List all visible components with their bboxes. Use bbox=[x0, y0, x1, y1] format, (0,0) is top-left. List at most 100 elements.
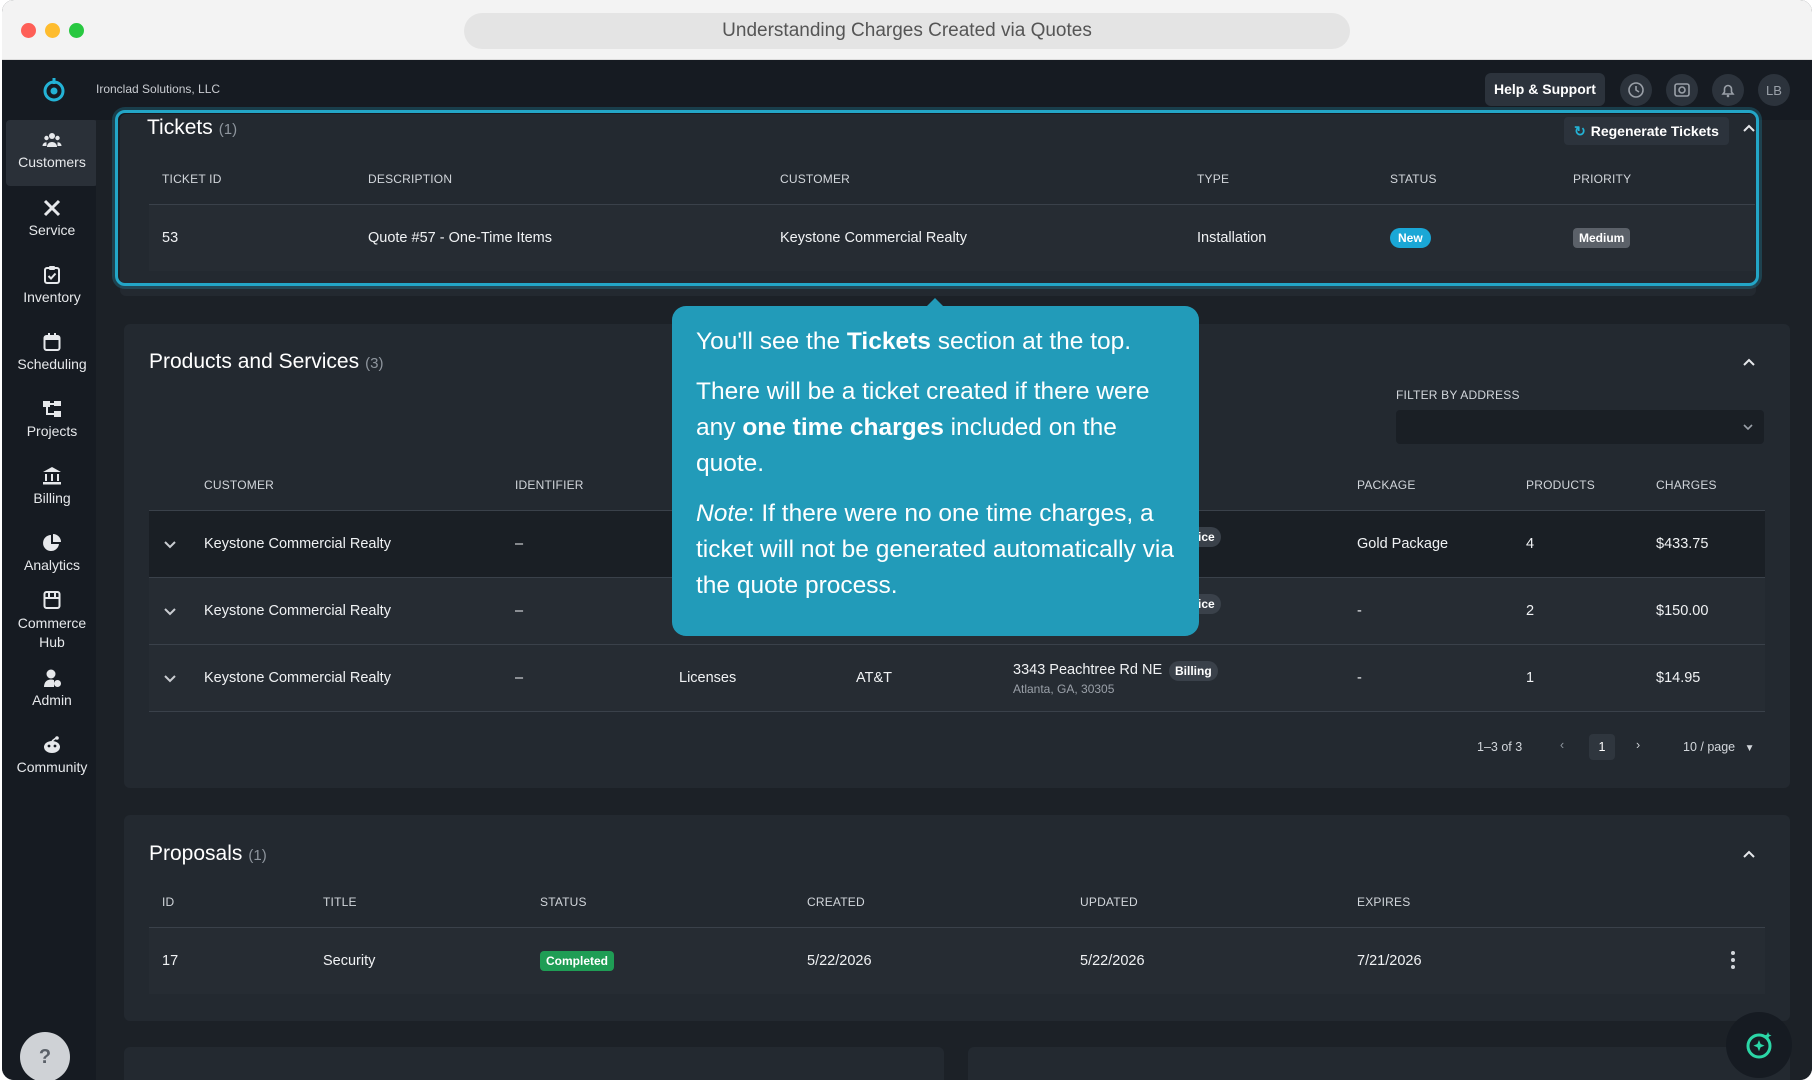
admin-icon bbox=[44, 669, 61, 687]
sidebar-item-label: Inventory bbox=[23, 289, 81, 305]
col-package[interactable]: PACKAGE bbox=[1357, 478, 1416, 492]
filter-address-select[interactable] bbox=[1396, 410, 1764, 444]
col-status[interactable]: STATUS bbox=[540, 895, 587, 909]
product-package: - bbox=[1357, 670, 1362, 686]
proposal-updated: 5/22/2026 bbox=[1080, 953, 1145, 969]
product-count: 1 bbox=[1526, 670, 1535, 686]
proposal-expires: 7/21/2026 bbox=[1357, 953, 1422, 969]
col-charges[interactable]: CHARGES bbox=[1656, 478, 1717, 492]
sidebar: Customers Service Inventory Scheduling P… bbox=[2, 120, 98, 1080]
tickets-highlight-frame bbox=[115, 110, 1759, 286]
pager-prev-icon[interactable]: ‹ bbox=[1560, 738, 1564, 752]
history-icon[interactable] bbox=[1620, 74, 1652, 106]
tooltip-paragraph-1: You'll see the Tickets section at the to… bbox=[696, 324, 1177, 360]
pie-chart-icon bbox=[43, 534, 61, 551]
table-row[interactable] bbox=[149, 645, 1765, 711]
pager-page-button[interactable]: 1 bbox=[1589, 734, 1615, 760]
help-support-button[interactable]: Help & Support bbox=[1485, 73, 1605, 106]
screen-capture-icon[interactable] bbox=[1666, 74, 1698, 106]
product-charges: $433.75 bbox=[1656, 536, 1709, 552]
product-customer[interactable]: Keystone Commercial Realty bbox=[204, 670, 391, 686]
tooltip-bold: Tickets bbox=[846, 328, 931, 355]
product-package: - bbox=[1357, 603, 1362, 619]
sidebar-item-label: Admin bbox=[32, 692, 72, 708]
table-row[interactable] bbox=[149, 928, 1765, 994]
product-count: 2 bbox=[1526, 603, 1535, 619]
products-title: Products and Services (3) bbox=[149, 350, 383, 374]
col-customer[interactable]: CUSTOMER bbox=[204, 478, 274, 492]
sidebar-item-label: Projects bbox=[26, 423, 78, 439]
col-updated[interactable]: UPDATED bbox=[1080, 895, 1138, 909]
assistant-fab[interactable] bbox=[1726, 1012, 1792, 1078]
pager-range: 1–3 of 3 bbox=[1477, 740, 1523, 754]
product-count: 4 bbox=[1526, 536, 1535, 552]
product-identifier: – bbox=[515, 670, 524, 686]
col-expires[interactable]: EXPIRES bbox=[1357, 895, 1410, 909]
proposal-id[interactable]: 17 bbox=[162, 953, 178, 969]
address-bar[interactable]: Understanding Charges Created via Quotes bbox=[464, 13, 1350, 49]
products-title-text: Products and Services bbox=[149, 350, 360, 373]
sidebar-item-community[interactable]: Community bbox=[6, 735, 98, 775]
col-created[interactable]: CREATED bbox=[807, 895, 865, 909]
bottom-card-right bbox=[968, 1047, 1790, 1080]
assistant-icon bbox=[1746, 1032, 1772, 1059]
sidebar-item-label: Commerce Hub bbox=[17, 615, 87, 650]
page-size-select[interactable]: 10 / page ▼ bbox=[1683, 740, 1755, 754]
collapse-proposals-icon[interactable] bbox=[1742, 848, 1756, 862]
minimize-window-button[interactable] bbox=[45, 23, 60, 38]
tooltip-text: You'll see the bbox=[696, 328, 847, 355]
sidebar-item-commerce-hub[interactable]: Commerce Hub bbox=[6, 590, 98, 652]
clipboard-icon bbox=[44, 266, 60, 284]
organization-name: Ironclad Solutions, LLC bbox=[96, 82, 221, 96]
col-products[interactable]: PRODUCTS bbox=[1526, 478, 1595, 492]
sidebar-item-scheduling[interactable]: Scheduling bbox=[6, 332, 98, 372]
product-customer[interactable]: Keystone Commercial Realty bbox=[204, 603, 391, 619]
help-button[interactable]: ? bbox=[20, 1032, 70, 1080]
sidebar-item-projects[interactable]: Projects bbox=[6, 399, 98, 439]
sidebar-item-service[interactable]: Service bbox=[6, 198, 98, 238]
col-identifier[interactable]: IDENTIFIER bbox=[515, 478, 584, 492]
walkthrough-tooltip: You'll see the Tickets section at the to… bbox=[672, 306, 1199, 636]
proposals-count: (1) bbox=[248, 847, 267, 864]
product-customer[interactable]: Keystone Commercial Realty bbox=[204, 536, 391, 552]
pager-next-icon[interactable]: › bbox=[1636, 738, 1640, 752]
collapse-products-icon[interactable] bbox=[1742, 356, 1756, 370]
tools-icon bbox=[43, 199, 61, 217]
product-identifier: – bbox=[515, 603, 524, 619]
proposal-title[interactable]: Security bbox=[323, 953, 375, 969]
product-identifier: – bbox=[515, 536, 524, 552]
status-badge: Completed bbox=[540, 951, 615, 971]
sidebar-item-admin[interactable]: Admin bbox=[6, 668, 98, 708]
row-divider bbox=[149, 711, 1765, 712]
sidebar-item-label: Community bbox=[16, 759, 88, 775]
maximize-window-button[interactable] bbox=[69, 23, 84, 38]
bell-icon[interactable] bbox=[1712, 74, 1744, 106]
address-line-2: Atlanta, GA, 30305 bbox=[1013, 682, 1115, 696]
tooltip-bold: one time charges bbox=[742, 414, 944, 441]
product-vendor: AT&T bbox=[856, 670, 892, 686]
brand-logo-icon[interactable] bbox=[40, 76, 68, 104]
proposals-title-text: Proposals bbox=[149, 842, 243, 865]
more-actions-icon[interactable] bbox=[1731, 951, 1735, 972]
expand-row-icon[interactable] bbox=[163, 671, 177, 685]
tooltip-italic: Note bbox=[696, 500, 748, 527]
bank-icon bbox=[43, 467, 61, 485]
expand-row-icon[interactable] bbox=[163, 604, 177, 618]
app-window: Understanding Charges Created via Quotes… bbox=[2, 0, 1812, 1080]
sidebar-item-customers[interactable]: Customers bbox=[6, 120, 98, 186]
avatar[interactable]: LB bbox=[1758, 74, 1790, 106]
col-id[interactable]: ID bbox=[162, 895, 174, 909]
sidebar-item-billing[interactable]: Billing bbox=[6, 466, 98, 506]
sidebar-item-label: Scheduling bbox=[17, 356, 87, 372]
tooltip-paragraph-3: Note: If there were no one time charges,… bbox=[696, 496, 1177, 604]
browser-chrome: Understanding Charges Created via Quotes bbox=[2, 0, 1812, 60]
community-icon bbox=[44, 736, 60, 753]
expand-row-icon[interactable] bbox=[163, 537, 177, 551]
filter-address-label: FILTER BY ADDRESS bbox=[1396, 388, 1520, 402]
sidebar-item-label: Customers bbox=[18, 154, 86, 170]
close-window-button[interactable] bbox=[21, 23, 36, 38]
product-charges: $150.00 bbox=[1656, 603, 1709, 619]
sidebar-item-inventory[interactable]: Inventory bbox=[6, 265, 98, 305]
sidebar-item-analytics[interactable]: Analytics bbox=[6, 533, 98, 573]
col-title[interactable]: TITLE bbox=[323, 895, 357, 909]
